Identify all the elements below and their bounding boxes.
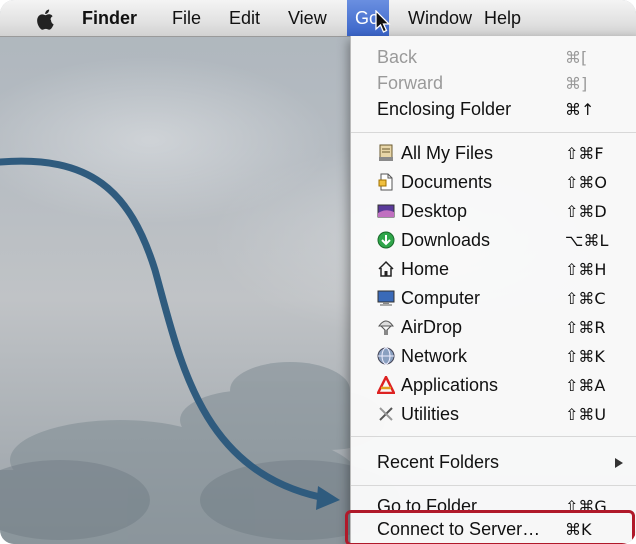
annotation-arrow-icon <box>0 157 340 510</box>
desktop-background: Finder File Edit View Go Window Help Bac… <box>0 0 636 544</box>
